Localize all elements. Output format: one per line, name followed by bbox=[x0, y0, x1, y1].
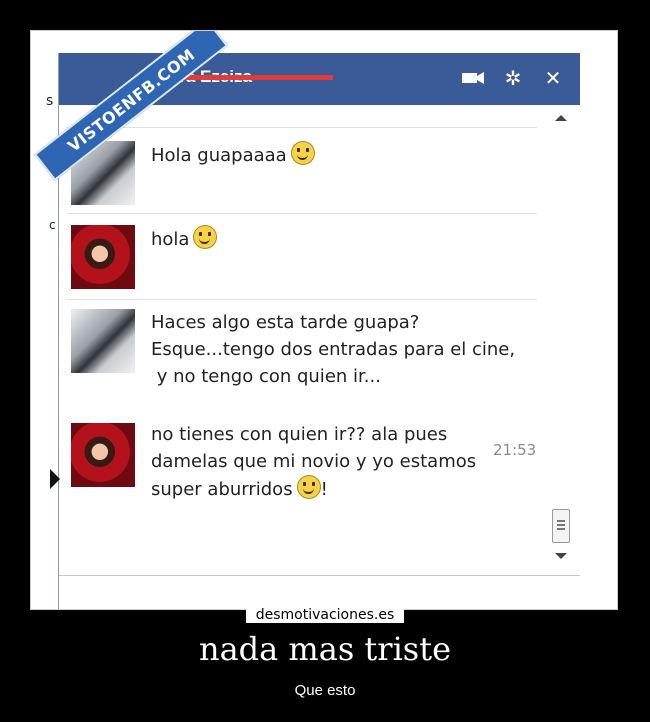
message-line: y no tengo con quien ir... bbox=[151, 366, 381, 387]
video-camera-icon[interactable] bbox=[460, 65, 486, 91]
left-stub-text: c bbox=[49, 218, 56, 232]
message-separator bbox=[67, 127, 537, 128]
message-separator bbox=[67, 299, 537, 300]
message-text: hola bbox=[151, 225, 218, 253]
girl-avatar[interactable] bbox=[71, 225, 135, 289]
message-segment: super aburridos bbox=[151, 479, 293, 500]
message-text: Hola guapaaaa bbox=[151, 141, 315, 169]
smiley-icon bbox=[290, 141, 315, 165]
close-icon[interactable]: ✕ bbox=[540, 65, 566, 91]
poster-frame: Laura Ezeiza ✲ ✕ s c Hola guapaaaa hola bbox=[30, 30, 618, 610]
chat-window: Laura Ezeiza ✲ ✕ s c Hola guapaaaa hola bbox=[46, 53, 580, 609]
gear-icon[interactable]: ✲ bbox=[500, 65, 526, 91]
message-timestamp: 21:53 bbox=[493, 441, 537, 459]
chat-scrollbar[interactable] bbox=[552, 115, 572, 575]
message-line: hola bbox=[151, 229, 190, 250]
message-text: Haces algo esta tarde guapa? Esque...ten… bbox=[151, 309, 515, 390]
message-line: Hola guapaaaa bbox=[151, 145, 287, 166]
poster-title: nada mas triste bbox=[198, 630, 452, 668]
left-stub-text: s bbox=[46, 93, 54, 109]
message-text: no tienes con quien ir?? ala pues damela… bbox=[151, 421, 476, 503]
site-name: desmotivaciones.es bbox=[245, 607, 405, 623]
boy-avatar[interactable] bbox=[71, 309, 135, 373]
message-line: no tienes con quien ir?? ala pues bbox=[151, 424, 448, 445]
message-list: Hola guapaaaa hola Haces algo esta tarde… bbox=[67, 113, 557, 553]
message-line: super aburridos! bbox=[151, 475, 476, 503]
poster-subtitle: Que esto bbox=[294, 682, 356, 699]
girl-avatar[interactable] bbox=[71, 423, 135, 487]
scroll-down-icon[interactable] bbox=[555, 553, 567, 559]
message-line: damelas que mi novio y yo estamos bbox=[151, 451, 477, 472]
message-separator bbox=[67, 213, 537, 214]
scroll-up-icon[interactable] bbox=[555, 115, 567, 121]
message-line: Esque...tengo dos entradas para el cine, bbox=[151, 339, 516, 360]
message-line: Haces algo esta tarde guapa? bbox=[151, 312, 420, 333]
left-arrow-icon bbox=[50, 469, 60, 489]
smiley-icon bbox=[296, 475, 321, 499]
scroll-thumb[interactable] bbox=[552, 509, 570, 543]
smiley-icon bbox=[193, 225, 218, 249]
site-tag: desmotivaciones.es bbox=[0, 604, 650, 623]
message-segment: ! bbox=[320, 479, 328, 500]
